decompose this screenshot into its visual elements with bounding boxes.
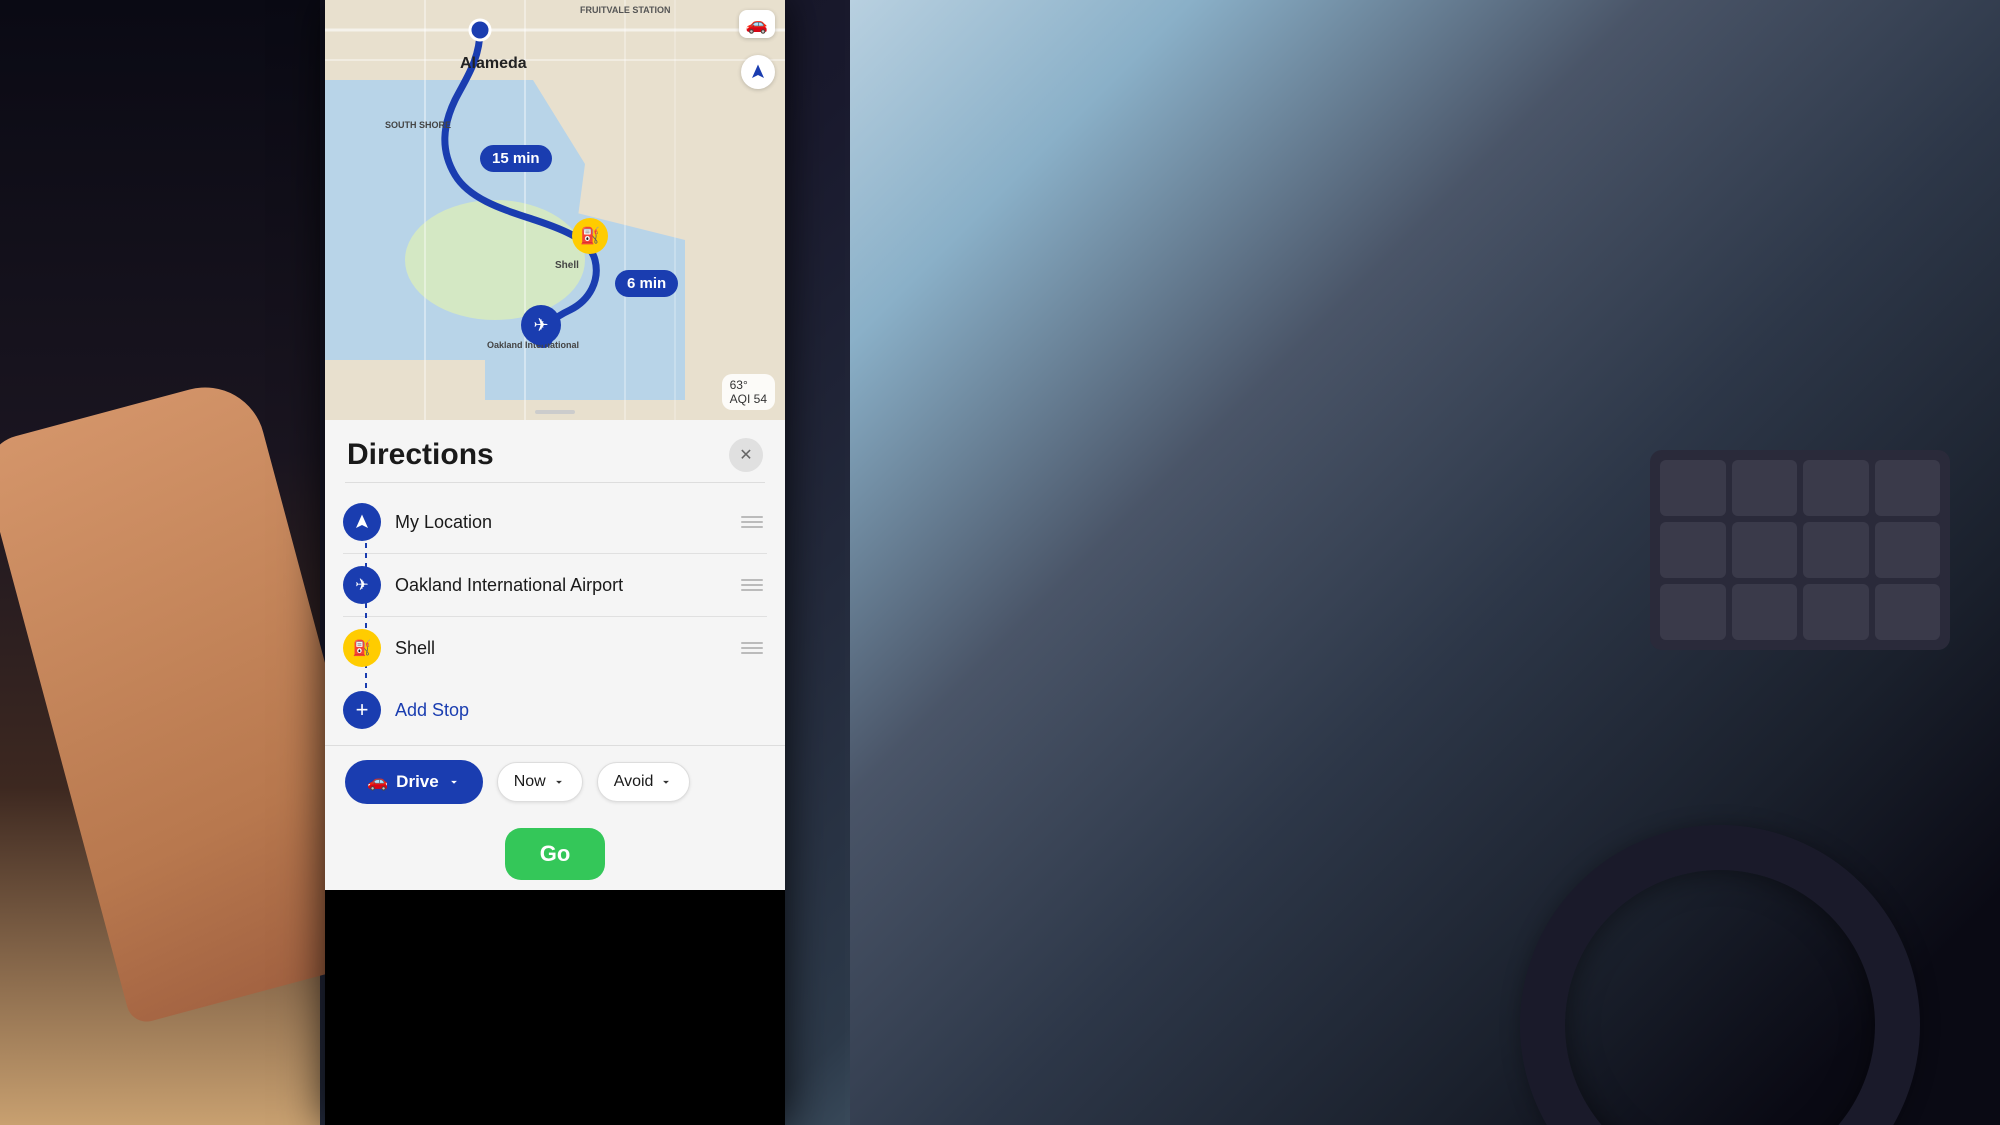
alameda-label: Alameda [460,55,527,73]
airplane-icon: ✈ [533,315,548,336]
temperature: 63° [730,378,748,392]
radio-btn-3 [1803,460,1869,516]
weather-badge: 63° AQI 54 [722,374,775,410]
phone-container: 15 min 6 min ⛽ ✈ Alameda FRUITVALE STATI… [310,0,800,1125]
drag-handle [535,410,575,414]
map-car-icon[interactable]: 🚗 [739,10,775,38]
handle-line-7 [741,642,763,644]
handle-line-1 [741,516,763,518]
drive-car-icon: 🚗 [367,772,388,792]
my-location-label: My Location [395,512,737,533]
directions-title: Directions [347,438,494,472]
avoid-chevron-icon [659,775,673,789]
route-line [325,0,785,420]
gas-station-icon: ⛽ [353,639,372,657]
airport-label: Oakland International Airport [395,575,737,596]
add-stop-icon: + [343,691,381,729]
now-label: Now [514,773,546,791]
aqi-label: AQI [730,392,751,406]
now-chevron-icon [552,775,566,789]
plus-icon: + [356,697,369,723]
time-label-6min: 6 min [615,270,678,297]
map-area[interactable]: 15 min 6 min ⛽ ✈ Alameda FRUITVALE STATI… [325,0,785,420]
shell-marker[interactable]: ⛽ [572,218,608,254]
drive-button[interactable]: 🚗 Drive [345,760,483,804]
airport-drag-handle[interactable] [737,575,767,595]
add-stop-label: Add Stop [395,700,469,721]
direction-item-my-location[interactable]: My Location [343,491,767,553]
radio-btn-6 [1732,522,1798,578]
radio-btn-2 [1732,460,1798,516]
handle-line-6 [741,589,763,591]
south-shore-label: SOUTH SHORE [385,120,451,130]
dashboard-right [850,0,2000,1125]
shell-fuel-icon: ⛽ [580,226,600,246]
shell-drag-handle[interactable] [737,638,767,658]
handle-line-9 [741,652,763,654]
handle-line-3 [741,526,763,528]
radio-btn-11 [1803,584,1869,640]
go-area: Go [325,818,785,890]
avoid-dropdown[interactable]: Avoid [597,762,691,802]
avoid-label: Avoid [614,773,654,791]
airport-marker[interactable]: ✈ [521,305,561,345]
go-label: Go [540,841,571,866]
handle-line-2 [741,521,763,523]
handle-line-5 [741,584,763,586]
controls-row: 🚗 Drive Now Avoid [325,746,785,818]
fruitvale-label: FRUITVALE STATION [580,5,671,15]
directions-panel: Directions ✕ My Locatio [325,420,785,890]
directions-list: My Location ✈ Oakland International Airp… [325,483,785,745]
close-button[interactable]: ✕ [729,438,763,472]
my-location-drag-handle[interactable] [737,512,767,532]
radio-btn-9 [1660,584,1726,640]
shell-direction-icon: ⛽ [343,629,381,667]
airplane-direction-icon: ✈ [355,575,368,595]
shell-label: Shell [555,260,579,271]
radio-btn-10 [1732,584,1798,640]
close-icon: ✕ [739,445,752,465]
radio-btn-7 [1803,522,1869,578]
direction-item-shell[interactable]: ⛽ Shell [343,617,767,679]
time-label-15min: 15 min [480,145,552,172]
radio-btn-8 [1875,522,1941,578]
my-location-icon [343,503,381,541]
shell-label: Shell [395,638,737,659]
map-location-icon[interactable] [741,55,775,89]
drive-chevron-icon [447,775,461,789]
radio-btn-1 [1660,460,1726,516]
go-button[interactable]: Go [505,828,605,880]
aqi-value: 54 [754,392,767,406]
radio-btn-5 [1660,522,1726,578]
add-stop-item[interactable]: + Add Stop [343,679,767,737]
phone: 15 min 6 min ⛽ ✈ Alameda FRUITVALE STATI… [325,0,785,1125]
radio-panel [1650,450,1950,650]
airport-direction-icon: ✈ [343,566,381,604]
direction-item-airport[interactable]: ✈ Oakland International Airport [343,554,767,616]
drive-label: Drive [396,772,439,792]
now-dropdown[interactable]: Now [497,762,583,802]
handle-line-4 [741,579,763,581]
directions-header: Directions ✕ [325,420,785,482]
radio-btn-4 [1875,460,1941,516]
radio-btn-12 [1875,584,1941,640]
handle-line-8 [741,647,763,649]
